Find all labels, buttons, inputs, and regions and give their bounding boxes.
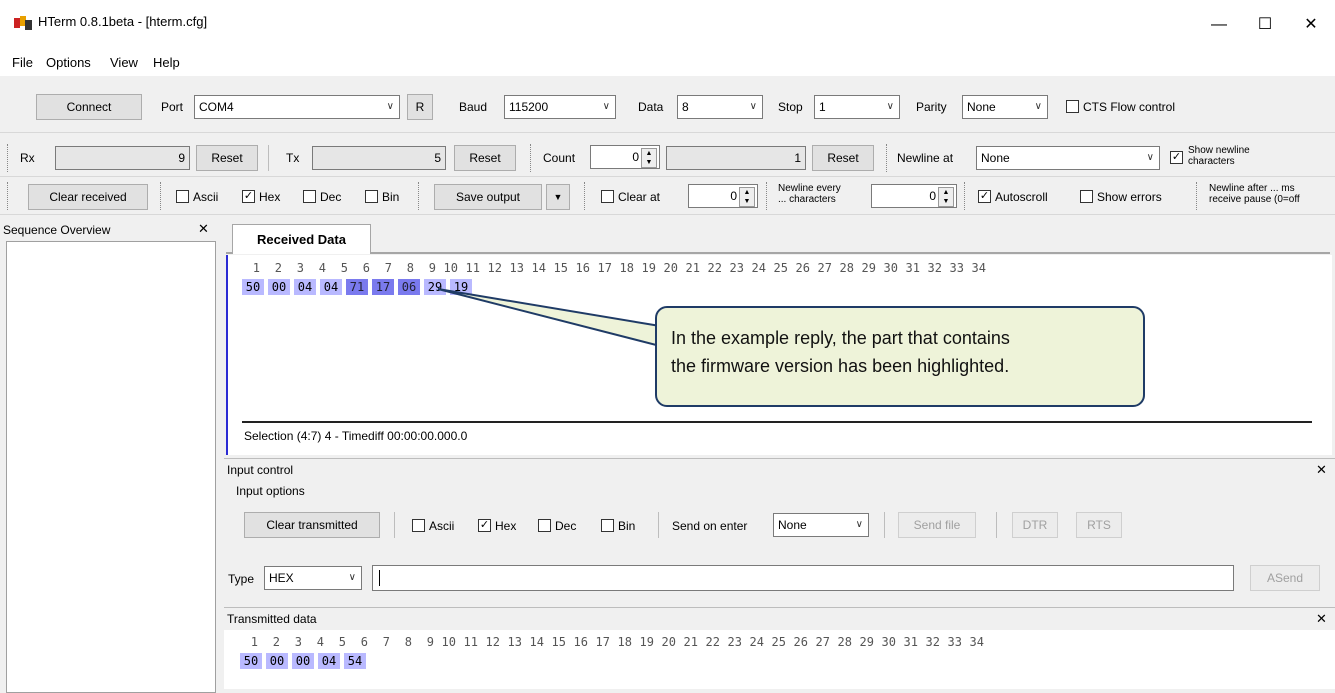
byte-index: 3 bbox=[294, 635, 302, 649]
transmitted-panel: Transmitted data ✕ 1 2 3 4 5 6 7 8 9 10 11 12 13 14 15… bbox=[224, 607, 1335, 689]
input-bin-label: Bin bbox=[618, 519, 636, 533]
transmitted-index-row: 1 2 3 4 5 6 7 8 9 10 11 12 13 14 15 16 17 18 19 20 21 22 23 24 2… bbox=[236, 635, 984, 649]
byte-index: 27 bbox=[815, 635, 830, 649]
separator bbox=[884, 512, 885, 538]
chevron-down-icon: ∨ bbox=[855, 519, 863, 530]
send-file-button[interactable]: Send file bbox=[898, 512, 976, 538]
text-cursor bbox=[379, 570, 380, 586]
input-ascii-checkbox[interactable] bbox=[412, 519, 425, 532]
input-hex-label: Hex bbox=[495, 519, 517, 533]
separator bbox=[996, 512, 997, 538]
byte-index: 5 bbox=[338, 635, 346, 649]
byte-index: 7 bbox=[382, 635, 390, 649]
input-ascii-label: Ascii bbox=[429, 519, 455, 533]
separator bbox=[394, 512, 395, 538]
byte-index: 13 bbox=[507, 635, 522, 649]
byte-index: 15 bbox=[551, 635, 566, 649]
send-on-enter-value: None bbox=[778, 518, 807, 532]
input-control-header: Input control ✕ bbox=[224, 458, 1335, 481]
type-value: HEX bbox=[269, 571, 294, 585]
byte-index: 17 bbox=[595, 635, 610, 649]
transmitted-view[interactable]: 1 2 3 4 5 6 7 8 9 10 11 12 13 14 15 16 17 18 19 20 21 22 23 24 2… bbox=[224, 630, 1335, 689]
send-on-enter-label: Send on enter bbox=[672, 519, 748, 533]
type-select[interactable]: HEX ∨ bbox=[264, 566, 362, 590]
callout-line-1: In the example reply, the part that cont… bbox=[671, 328, 1010, 348]
byte-index: 29 bbox=[859, 635, 874, 649]
input-hex-checkbox[interactable]: ✓ bbox=[478, 519, 491, 532]
input-options-label: Input options bbox=[236, 484, 305, 498]
byte-index: 12 bbox=[485, 635, 500, 649]
byte-index: 31 bbox=[903, 635, 918, 649]
byte-index: 30 bbox=[881, 635, 896, 649]
dtr-button[interactable]: DTR bbox=[1012, 512, 1058, 538]
transmitted-bytes-row[interactable]: 50 00 00 04 54 bbox=[236, 653, 366, 669]
hex-byte[interactable]: 50 bbox=[240, 653, 262, 669]
byte-index: 25 bbox=[771, 635, 786, 649]
byte-index: 2 bbox=[272, 635, 280, 649]
byte-index: 8 bbox=[404, 635, 412, 649]
input-dec-label: Dec bbox=[555, 519, 577, 533]
byte-index: 1 bbox=[250, 635, 258, 649]
rts-button[interactable]: RTS bbox=[1076, 512, 1122, 538]
byte-index: 21 bbox=[683, 635, 698, 649]
hex-byte[interactable]: 00 bbox=[266, 653, 288, 669]
input-text-field[interactable] bbox=[372, 565, 1234, 591]
byte-index: 20 bbox=[661, 635, 676, 649]
input-dec-checkbox[interactable] bbox=[538, 519, 551, 532]
hex-byte[interactable]: 54 bbox=[344, 653, 366, 669]
byte-index: 28 bbox=[837, 635, 852, 649]
callout-box: In the example reply, the part that cont… bbox=[655, 306, 1145, 407]
byte-index: 10 bbox=[441, 635, 456, 649]
input-bin-checkbox[interactable] bbox=[601, 519, 614, 532]
close-icon[interactable]: ✕ bbox=[1316, 462, 1327, 478]
byte-index: 9 bbox=[426, 635, 434, 649]
byte-index: 4 bbox=[316, 635, 324, 649]
input-control-title: Input control bbox=[227, 463, 294, 477]
byte-index: 24 bbox=[749, 635, 764, 649]
separator bbox=[658, 512, 659, 538]
byte-index: 22 bbox=[705, 635, 720, 649]
clear-transmitted-button[interactable]: Clear transmitted bbox=[244, 512, 380, 538]
byte-index: 16 bbox=[573, 635, 588, 649]
callout-line-2: the firmware version has been highlighte… bbox=[671, 356, 1010, 376]
chevron-down-icon: ∨ bbox=[348, 572, 356, 583]
byte-index: 19 bbox=[639, 635, 654, 649]
byte-index: 11 bbox=[463, 635, 478, 649]
asend-button[interactable]: ASend bbox=[1250, 565, 1320, 591]
hex-byte[interactable]: 00 bbox=[292, 653, 314, 669]
close-icon[interactable]: ✕ bbox=[1316, 611, 1327, 627]
byte-index: 6 bbox=[360, 635, 368, 649]
byte-index: 33 bbox=[947, 635, 962, 649]
byte-index: 32 bbox=[925, 635, 940, 649]
byte-index: 34 bbox=[969, 635, 984, 649]
byte-index: 18 bbox=[617, 635, 632, 649]
input-control-panel: Input control ✕ Input options Clear tran… bbox=[224, 458, 1335, 604]
byte-index: 14 bbox=[529, 635, 544, 649]
type-label: Type bbox=[228, 572, 255, 586]
byte-index: 23 bbox=[727, 635, 742, 649]
send-on-enter-select[interactable]: None ∨ bbox=[773, 513, 869, 537]
transmitted-title: Transmitted data bbox=[227, 612, 317, 626]
transmitted-header: Transmitted data ✕ bbox=[224, 607, 1335, 630]
hex-byte[interactable]: 04 bbox=[318, 653, 340, 669]
byte-index: 26 bbox=[793, 635, 808, 649]
